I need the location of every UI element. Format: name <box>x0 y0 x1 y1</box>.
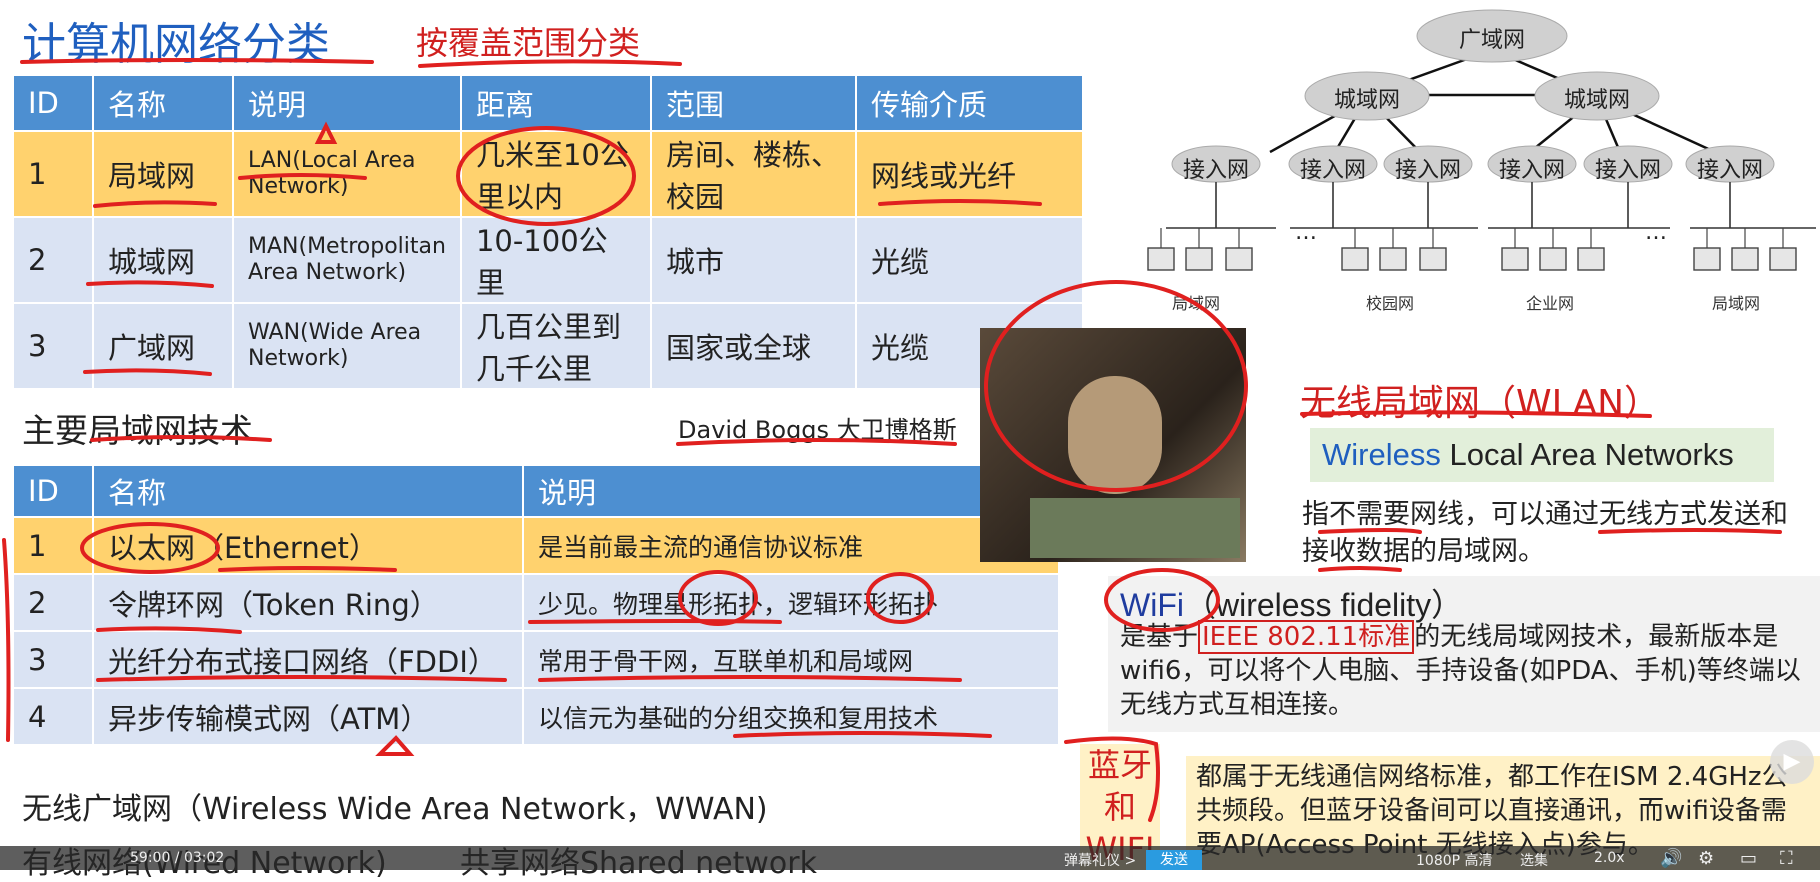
table-row: 4 异步传输模式网（ATM） 以信元为基础的分组交换和复用技术 <box>12 687 1060 746</box>
cell-id: 3 <box>12 302 94 390</box>
node-access: 接入网 <box>1498 158 1565 183</box>
page-subtitle: 按覆盖范围分类 <box>416 24 641 62</box>
table-header-row: ID 名称 说明 距离 范围 传输介质 <box>12 74 1085 132</box>
david-boggs-photo <box>980 328 1246 562</box>
cell-name: 令牌环网（Token Ring） <box>92 573 524 632</box>
photo-face <box>1068 376 1162 494</box>
page-title: 计算机网络分类 <box>22 19 330 70</box>
col-header-distance: 距离 <box>459 74 652 132</box>
speed-selector[interactable]: 2.0x <box>1594 850 1625 866</box>
node-access: 接入网 <box>1299 158 1366 183</box>
campus-label: 校园网 <box>1366 294 1415 313</box>
network-scope-table: ID 名称 说明 距离 范围 传输介质 1 局域网 LAN(Local Area… <box>12 74 1085 390</box>
cell-scope: 房间、楼栋、校园 <box>649 130 857 218</box>
col-header-id: ID <box>12 74 94 132</box>
cell-name: 异步传输模式网（ATM） <box>92 687 524 746</box>
wifi-name: WiFi <box>1120 587 1184 623</box>
ellipsis-dots: … <box>1645 220 1667 245</box>
cell-distance: 10-100公里 <box>459 216 652 304</box>
wifi-full-name: （wireless fidelity） <box>1183 587 1464 623</box>
send-danmaku-button[interactable]: 发送 <box>1146 850 1202 870</box>
photo-circuit-board <box>1030 498 1240 558</box>
cell-name: 光纤分布式接口网络（FDDI） <box>92 630 524 689</box>
volume-icon[interactable]: 🔊 <box>1660 848 1682 869</box>
danmaku-etiquette-link[interactable]: 弹幕礼仪 > <box>1064 850 1136 870</box>
cell-scope: 国家或全球 <box>649 302 857 390</box>
wlan-term-rest: Local Area Networks <box>1440 437 1734 472</box>
table-row: 3 光纤分布式接口网络（FDDI） 常用于骨干网，互联单机和局域网 <box>12 630 1060 689</box>
cell-id: 2 <box>12 216 94 304</box>
cell-desc: WAN(Wide Area Network) <box>232 302 462 390</box>
col-header-media: 传输介质 <box>854 74 1085 132</box>
enterprise-label: 企业网 <box>1526 294 1575 313</box>
cell-id: 1 <box>12 516 94 575</box>
margin-mark <box>2 538 11 742</box>
wifi-desc-pre: 是基于 <box>1120 622 1199 652</box>
cell-distance: 几米至10公里以内 <box>459 130 652 218</box>
node-access: 接入网 <box>1182 158 1249 183</box>
cell-id: 3 <box>12 630 94 689</box>
node-wan: 广域网 <box>1458 28 1525 53</box>
cell-desc: 少见。物理星形拓扑，逻辑环形拓扑 <box>522 573 1060 632</box>
episode-selector[interactable]: 选集 <box>1520 850 1548 870</box>
cell-media: 光缆 <box>854 216 1085 304</box>
col-header-name: 名称 <box>92 464 524 518</box>
node-man-left: 城域网 <box>1333 88 1400 113</box>
cell-media: 网线或光纤 <box>854 130 1085 218</box>
cell-name: 局域网 <box>92 130 234 218</box>
wlan-term-box: Wireless Local Area Networks <box>1310 428 1774 482</box>
cell-desc: MAN(Metropolitan Area Network) <box>232 216 462 304</box>
cell-id: 4 <box>12 687 94 746</box>
col-header-id: ID <box>12 464 94 518</box>
play-overlay-icon[interactable]: ▶ <box>1770 740 1814 784</box>
cell-name: 广域网 <box>92 302 234 390</box>
ellipsis-dots: … <box>1295 220 1317 245</box>
table-row: 1 局域网 LAN(Local Area Network) 几米至10公里以内 … <box>12 130 1085 218</box>
table-row: 2 令牌环网（Token Ring） 少见。物理星形拓扑，逻辑环形拓扑 <box>12 573 1060 632</box>
table-row: 1 以太网（Ethernet） 是当前最主流的通信协议标准 <box>12 516 1060 575</box>
table-header-row: ID 名称 说明 <box>12 464 1060 518</box>
col-header-desc: 说明 <box>232 74 462 132</box>
wlan-term-highlight: Wireless <box>1322 437 1441 472</box>
cell-name: 城域网 <box>92 216 234 304</box>
wifi-description: 是基于 IEEE 802.11标准 的无线局域网技术，最新版本是wifi6，可以将个… <box>1120 620 1810 722</box>
picture-in-picture-icon[interactable]: ▭ <box>1740 848 1757 869</box>
cell-id: 2 <box>12 573 94 632</box>
node-access: 接入网 <box>1394 158 1461 183</box>
cell-desc: 以信元为基础的分组交换和复用技术 <box>522 687 1060 746</box>
wwan-text: 无线广域网（Wireless Wide Area Network，WWAN) <box>22 792 768 827</box>
cell-id: 1 <box>12 130 94 218</box>
quality-selector[interactable]: 1080P 高清 <box>1416 850 1493 870</box>
col-header-desc: 说明 <box>522 464 1060 518</box>
node-man-right: 城域网 <box>1563 88 1630 113</box>
cell-distance: 几百公里到几千公里 <box>459 302 652 390</box>
table-row: 2 城域网 MAN(Metropolitan Area Network) 10-… <box>12 216 1085 304</box>
ieee-standard: IEEE 802.11标准 <box>1198 620 1415 654</box>
playback-time: 59:00 / 03:02 <box>130 850 225 866</box>
photo-caption: David Boggs 大卫博格斯 <box>678 416 957 444</box>
node-access: 接入网 <box>1594 158 1661 183</box>
col-header-scope: 范围 <box>649 74 857 132</box>
wlan-title: 无线局域网（WLAN） <box>1300 383 1661 424</box>
cell-desc: 常用于骨干网，互联单机和局域网 <box>522 630 1060 689</box>
lan-label: 局域网 <box>1172 294 1221 313</box>
section-title-lan-tech: 主要局域网技术 <box>22 411 253 450</box>
col-header-name: 名称 <box>92 74 234 132</box>
wlan-description: 指不需要网线，可以通过无线方式发送和接收数据的局域网。 <box>1302 499 1788 567</box>
table-row: 3 广域网 WAN(Wide Area Network) 几百公里到几千公里 国… <box>12 302 1085 390</box>
fullscreen-icon[interactable]: ⛶ <box>1780 848 1793 869</box>
cell-desc: 是当前最主流的通信协议标准 <box>522 516 1060 575</box>
cell-scope: 城市 <box>649 216 857 304</box>
cell-name: 以太网（Ethernet） <box>92 516 524 575</box>
lan-label: 局域网 <box>1712 294 1761 313</box>
node-access: 接入网 <box>1696 158 1763 183</box>
settings-gear-icon[interactable]: ⚙ <box>1698 848 1714 869</box>
lan-tech-table: ID 名称 说明 1 以太网（Ethernet） 是当前最主流的通信协议标准 2… <box>12 464 1060 746</box>
cell-desc: LAN(Local Area Network) <box>232 130 462 218</box>
